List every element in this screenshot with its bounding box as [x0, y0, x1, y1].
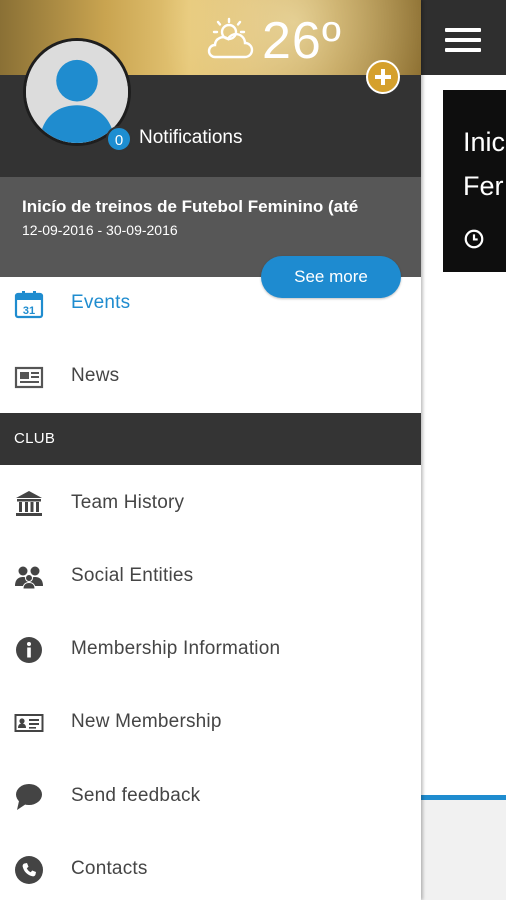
- newspaper-icon: [14, 366, 44, 389]
- calendar-icon: 31: [14, 291, 44, 319]
- menu-item-label: Team History: [71, 492, 185, 513]
- add-button[interactable]: [366, 60, 400, 94]
- featured-event-title: Inicío de treinos de Futebol Feminino (a…: [22, 197, 359, 216]
- menu-item-label: Membership Information: [71, 638, 281, 659]
- museum-icon: [16, 491, 42, 516]
- id-card-icon: [14, 714, 44, 732]
- navigation-drawer: 26º 0 Notifications Inicío de treinos de…: [0, 0, 421, 900]
- menu-item-label: Send feedback: [71, 785, 201, 806]
- menu-item-label: Events: [71, 292, 131, 313]
- menu-item-label: News: [71, 365, 120, 386]
- menu-item-social-entities[interactable]: Social Entities: [0, 540, 421, 612]
- see-more-button[interactable]: See more: [261, 256, 401, 298]
- clock-icon: [464, 229, 484, 249]
- menu-item-team-history[interactable]: Team History: [0, 467, 421, 539]
- menu-item-membership-information[interactable]: Membership Information: [0, 613, 421, 685]
- app-toolbar: [421, 0, 506, 75]
- menu-item-label: New Membership: [71, 711, 222, 732]
- section-header-club: CLUB: [0, 413, 421, 465]
- notification-count-badge: 0: [106, 126, 132, 152]
- menu-item-contacts[interactable]: Contacts: [0, 833, 421, 900]
- phone-icon: [15, 856, 43, 884]
- menu-item-new-membership[interactable]: New Membership: [0, 686, 421, 758]
- menu-icon[interactable]: [445, 28, 481, 54]
- background-screen: Inic Fer: [421, 0, 506, 900]
- group-icon: [15, 566, 43, 590]
- event-card[interactable]: Inic Fer: [443, 90, 506, 272]
- menu-item-news[interactable]: News: [0, 340, 421, 412]
- menu-item-label: Social Entities: [71, 565, 194, 586]
- chat-bubble-icon: [16, 784, 42, 810]
- partly-cloudy-icon: [207, 17, 254, 59]
- temperature: 26º: [262, 12, 342, 70]
- section-header-label: CLUB: [14, 430, 56, 447]
- featured-event-dates: 12-09-2016 - 30-09-2016: [22, 222, 178, 238]
- svg-text:31: 31: [23, 305, 35, 317]
- bottom-area: [421, 800, 506, 900]
- notifications-link[interactable]: Notifications: [139, 126, 243, 150]
- menu-item-label: Contacts: [71, 858, 148, 879]
- event-card-title: Inic Fer: [463, 127, 506, 201]
- info-icon: [16, 637, 42, 663]
- menu-item-send-feedback[interactable]: Send feedback: [0, 760, 421, 832]
